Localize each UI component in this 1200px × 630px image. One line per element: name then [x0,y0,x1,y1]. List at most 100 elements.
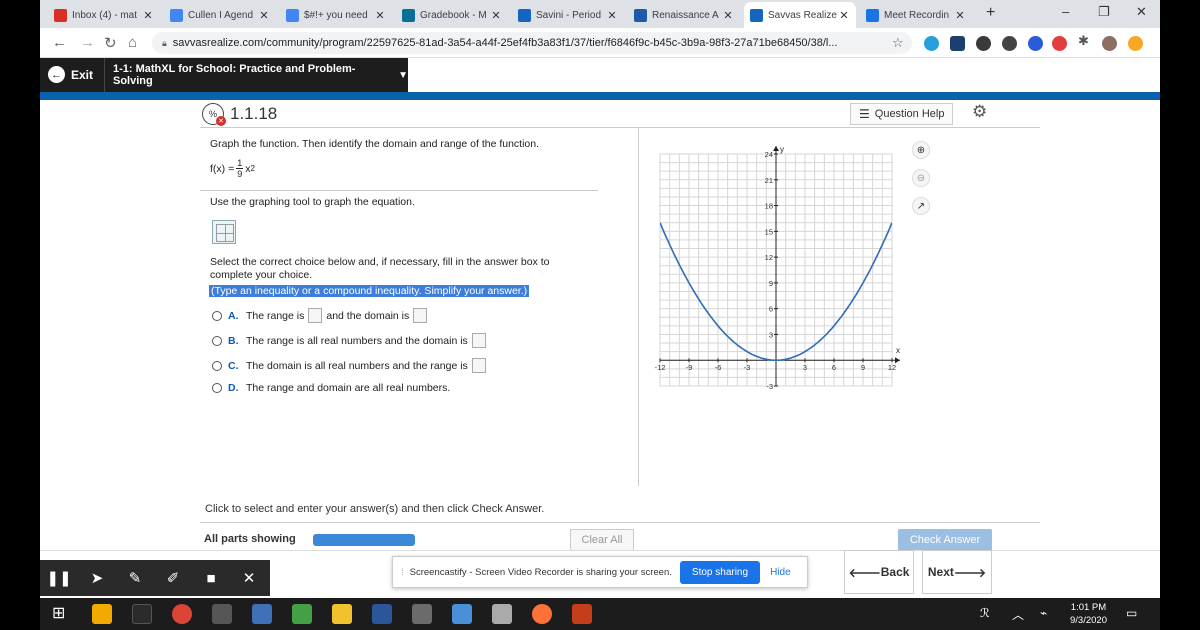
graph-svg[interactable]: x y -12 -9 -6 -3 3 6 9 12 -3 3 6 9 12 15 18 21 24 [652,140,914,395]
browser-tab[interactable]: $#!+ you need ✕ [280,2,392,28]
taskbar-app-10-icon[interactable] [452,604,472,624]
update-icon[interactable] [1128,36,1143,51]
browser-tab[interactable]: Cullen I Agend ✕ [164,2,276,28]
close-tab-icon[interactable]: ✕ [142,9,154,22]
language-icon[interactable]: ℛ [980,606,990,620]
close-tab-icon[interactable]: ✕ [722,9,734,22]
powerpoint-icon[interactable] [572,604,592,624]
exit-button[interactable]: ← Exit [48,66,93,83]
cursor-icon[interactable]: ➤ [78,569,116,587]
close-tab-icon[interactable]: ✕ [374,9,386,22]
close-tab-icon[interactable]: ✕ [606,9,618,22]
option-a[interactable]: A. The range is and the domain is [212,308,431,323]
taskbar-app-5-icon[interactable] [252,604,272,624]
radio-d[interactable] [212,383,222,393]
option-b-answer-box[interactable] [471,333,486,348]
chrome-icon[interactable] [172,604,192,624]
hide-button[interactable]: Hide [770,567,791,578]
calculator-icon[interactable] [412,604,432,624]
option-c[interactable]: C. The domain is all real numbers and th… [212,358,490,373]
course-dropdown[interactable]: 1-1: MathXL for School: Practice and Pro… [104,58,408,92]
address-bar[interactable]: 🔒︎ savvasrealize.com/community/program/2… [152,32,912,54]
browser-tab[interactable]: Inbox (4) - mat ✕ [48,2,160,28]
browser-tab[interactable]: Savini - Period ✕ [512,2,624,28]
browser-tab[interactable]: Meet Recordin ✕ [860,2,972,28]
browser-tab[interactable]: Renaissance A ✕ [628,2,740,28]
radio-c[interactable] [212,360,222,371]
taskbar-app-4-icon[interactable] [212,604,232,624]
new-tab-button[interactable]: + [986,4,995,22]
pause-icon[interactable]: ❚❚ [40,569,78,587]
store-icon[interactable] [132,604,152,624]
bookmark-star-icon[interactable]: ☆ [892,35,904,51]
domain-answer-box[interactable] [413,308,428,323]
zoom-in-icon[interactable]: ⊕ [912,141,930,159]
browser-tab[interactable]: Savvas Realize ✕ [744,2,856,28]
taskbar-app-6-icon[interactable] [292,604,312,624]
extension-icon-2[interactable] [950,36,965,51]
option-d-letter: D. [228,382,239,394]
graph-area[interactable]: x y -12 -9 -6 -3 3 6 9 12 -3 3 6 9 12 15 18 21 24 [652,140,914,395]
option-a-letter: A. [228,309,239,322]
gear-icon[interactable]: ⚙ [972,102,987,122]
close-tab-icon[interactable]: ✕ [258,9,270,22]
windows-start-icon[interactable]: ⊞ [52,603,72,623]
word-icon[interactable] [372,604,392,624]
pen-icon[interactable]: ✎ [116,569,154,587]
taskbar-clock[interactable]: 1:01 PM 9/3/2020 [1070,601,1107,627]
extension-icon-3[interactable] [976,36,991,51]
extension-icon-6[interactable] [1052,36,1067,51]
tab-title: Inbox (4) - mat [72,9,138,21]
back-arrow-icon[interactable]: ← [52,34,67,51]
option-b[interactable]: B. The range is all real numbers and the… [212,333,490,348]
stop-sharing-button[interactable]: Stop sharing [679,560,761,584]
extension-icon-4[interactable] [1002,36,1017,51]
close-window-icon[interactable]: ✕ [1136,4,1147,20]
taskbar-app-11-icon[interactable] [492,604,512,624]
extension-icon-1[interactable] [924,36,939,51]
close-tab-icon[interactable]: ✕ [490,9,502,22]
x-tick-label: -6 [715,363,722,372]
popout-icon[interactable]: ↗ [912,197,930,215]
firefox-icon[interactable] [532,604,552,624]
radio-a[interactable] [212,310,222,321]
next-button[interactable]: Next 🡒︎ [922,550,992,594]
restore-icon[interactable]: ❐ [1098,4,1110,20]
drive-icon [866,8,879,22]
profile-avatar[interactable] [1102,36,1117,51]
check-answer-button[interactable]: Check Answer [898,529,992,551]
option-c-answer-box[interactable] [471,358,486,373]
extension-icon-5[interactable] [1028,36,1043,51]
option-a-text-1: The range is [246,309,305,322]
back-button[interactable]: 🡐︎ Back [844,550,914,594]
close-toolbar-icon[interactable]: ✕ [230,569,268,587]
y-axis-label: y [780,145,784,154]
close-tab-icon[interactable]: ✕ [838,9,850,22]
radio-b[interactable] [212,335,222,346]
home-icon[interactable]: ⌂ [128,34,137,51]
lock-icon: 🔒︎ [162,37,167,48]
file-explorer-icon[interactable] [332,604,352,624]
notifications-icon[interactable]: ▭ [1126,606,1137,620]
drag-handle-icon[interactable]: ⁞ [401,567,404,578]
clear-all-button[interactable]: Clear All [570,529,634,551]
zoom-out-icon[interactable]: ⊖ [912,169,930,187]
close-tab-icon[interactable]: ✕ [954,9,966,22]
range-answer-box[interactable] [308,308,323,323]
browser-tab[interactable]: Gradebook - M ✕ [396,2,508,28]
chevron-up-icon[interactable]: ︿ [1012,606,1024,623]
clock-date: 9/3/2020 [1070,615,1107,626]
camera-icon[interactable]: ■ [192,570,230,587]
highlighter-icon[interactable]: ✐ [154,569,192,587]
taskbar-app-1-icon[interactable] [92,604,112,624]
option-d[interactable]: D. The range and domain are all real num… [212,382,450,394]
reload-icon[interactable]: ↻ [104,34,117,52]
forward-arrow-icon[interactable]: → [80,34,95,51]
tab-title: Meet Recordin [884,9,950,21]
next-label: Next [927,565,954,579]
puzzle-icon[interactable]: ✱ [1078,33,1093,48]
question-help-button[interactable]: ☰ Question Help [850,103,954,125]
graphing-tool-button[interactable] [212,220,236,244]
network-icon[interactable]: ⌁ [1040,606,1047,620]
minimize-icon[interactable]: – [1062,4,1069,19]
